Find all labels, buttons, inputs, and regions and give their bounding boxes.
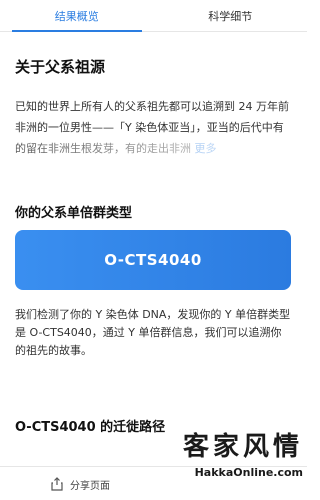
section-title-migration: O-CTS4040 的迁徙路径 bbox=[15, 420, 166, 435]
section-title-paternal-origin: 关于父系祖源 bbox=[15, 58, 106, 76]
haplogroup-card[interactable]: O-CTS4040 bbox=[15, 230, 291, 290]
haplogroup-value: O-CTS4040 bbox=[104, 251, 202, 269]
watermark-url: HakkaOnline.com bbox=[194, 466, 303, 479]
share-page-button[interactable]: 分享页面 bbox=[50, 474, 110, 494]
section-title-haplogroup: 你的父系单倍群类型 bbox=[15, 206, 133, 221]
more-link[interactable]: 更多 bbox=[195, 142, 217, 155]
share-page-label: 分享页面 bbox=[70, 480, 110, 492]
tab-scientific-details[interactable]: 科学细节 bbox=[154, 0, 308, 31]
paternal-origin-text: 已知的世界上所有人的父系祖先都可以追溯到 24 万年前非洲的一位男性——「Y 染… bbox=[15, 100, 289, 155]
haplogroup-description: 我们检测了你的 Y 染色体 DNA，发现你的 Y 单倍群类型是 O-CTS404… bbox=[15, 308, 291, 357]
report-page: 结果概览 科学细节 关于父系祖源 已知的世界上所有人的父系祖先都可以追溯到 24… bbox=[0, 0, 307, 500]
tab-bar: 结果概览 科学细节 bbox=[0, 0, 307, 32]
watermark: 客家风情 HakkaOnline.com bbox=[173, 430, 303, 496]
tab-results-overview[interactable]: 结果概览 bbox=[0, 0, 154, 32]
paternal-origin-paragraph: 已知的世界上所有人的父系祖先都可以追溯到 24 万年前非洲的一位男性——「Y 染… bbox=[15, 96, 291, 159]
share-icon bbox=[51, 477, 63, 491]
watermark-logo-text: 客家风情 bbox=[182, 432, 303, 462]
